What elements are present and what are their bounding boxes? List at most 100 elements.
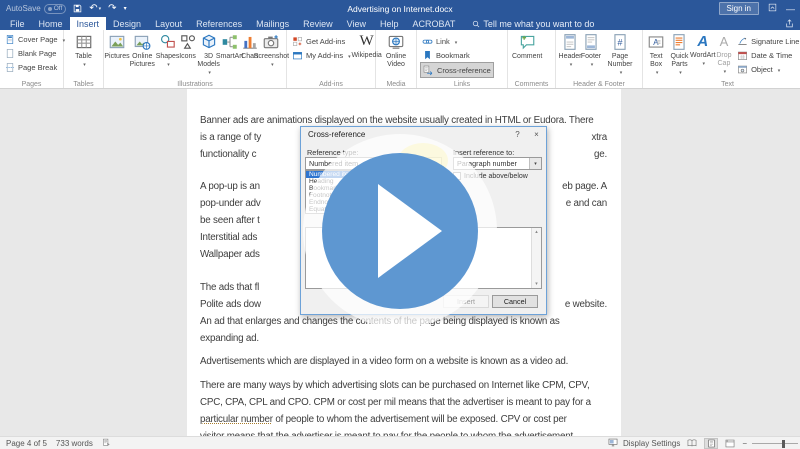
ribbon-tab[interactable]: Design	[106, 17, 148, 30]
word-count[interactable]: 733 words	[56, 439, 93, 448]
footer-button[interactable]: Footer	[581, 32, 601, 70]
dropdown-caret	[776, 65, 781, 74]
dropdown-caret	[589, 61, 594, 69]
minimize-button[interactable]: —	[786, 4, 795, 14]
table-button[interactable]: Table	[74, 32, 94, 70]
wikipedia-button[interactable]: W Wikipedia	[357, 32, 377, 61]
ribbon-group-illustrations: Pictures Online Pictures Shapes Icons 3D…	[104, 30, 287, 88]
autosave-toggle[interactable]: AutoSave Off	[6, 4, 66, 14]
dialog-help-button[interactable]: ?	[508, 127, 527, 142]
dialog-close-button[interactable]: ×	[527, 127, 546, 142]
zoom-track	[752, 443, 798, 444]
ribbon-tabs: FileHomeInsertDesignLayoutReferencesMail…	[0, 17, 462, 30]
ribbon-tab[interactable]: Mailings	[249, 17, 296, 30]
text-box-button[interactable]: A Text Box	[646, 32, 666, 78]
scroll-up-icon[interactable]: ▴	[532, 228, 541, 236]
paragraph: There are many ways by which advertising…	[200, 377, 607, 437]
print-layout-button[interactable]	[704, 438, 718, 449]
text-box-icon: A	[647, 33, 665, 51]
tell-me-box[interactable]: Tell me what you want to do	[462, 17, 594, 30]
button-label: Drop Cap	[714, 52, 734, 68]
cancel-button[interactable]: Cancel	[492, 295, 538, 308]
button-label: Footer	[581, 53, 601, 61]
scroll-down-icon[interactable]: ▾	[532, 280, 541, 288]
shapes-icon	[159, 33, 177, 51]
save-button[interactable]	[73, 4, 82, 13]
shapes-button[interactable]: Shapes	[158, 32, 178, 70]
read-mode-button[interactable]	[685, 438, 699, 449]
proofing-status-icon[interactable]	[102, 438, 111, 449]
ribbon-group-addins: Get Add-ins My Add-ins W Wikipedia Add-i…	[287, 30, 376, 88]
zoom-thumb[interactable]	[782, 440, 785, 448]
cover-page-button[interactable]: Cover Page	[3, 32, 67, 46]
svg-text:#: #	[617, 37, 622, 47]
object-button[interactable]: Object	[735, 62, 800, 76]
cross-reference-button[interactable]: Cross-reference	[420, 62, 494, 78]
page-number-button[interactable]: # Page Number	[601, 32, 639, 78]
redo-button[interactable]: ↷	[108, 4, 116, 14]
screenshot-button[interactable]: Screenshot	[260, 32, 283, 70]
get-add-ins-button[interactable]: Get Add-ins	[290, 34, 353, 48]
wordart-icon: A	[697, 33, 708, 50]
ribbon-tab[interactable]: Layout	[148, 17, 189, 30]
page-break-button[interactable]: Page Break	[3, 60, 67, 74]
chevron-down-icon[interactable]	[529, 158, 541, 169]
link-button[interactable]: Link	[420, 34, 494, 48]
page-indicator[interactable]: Page 4 of 5	[6, 439, 47, 448]
undo-button[interactable]: ↶▾	[89, 4, 101, 14]
quick-parts-button[interactable]: Quick Parts	[666, 32, 693, 78]
comment-button[interactable]: Comment	[511, 32, 543, 62]
date-time-button[interactable]: Date & Time	[735, 48, 800, 62]
wordart-button[interactable]: A WordArt	[693, 32, 713, 69]
text-line: Advertisements which are displayed in a …	[200, 353, 607, 370]
header-button[interactable]: Header	[559, 32, 581, 70]
share-button[interactable]	[785, 17, 794, 30]
group-label: Tables	[64, 81, 103, 88]
undo-icon: ↶	[89, 4, 97, 14]
signature-line-button[interactable]: Signature Line	[735, 34, 800, 48]
button-label: Blank Page	[18, 49, 56, 58]
pictures-button[interactable]: Pictures	[107, 32, 127, 62]
save-icon	[73, 4, 82, 13]
button-label: Online Pictures	[128, 53, 157, 69]
blank-page-button[interactable]: Blank Page	[3, 46, 67, 60]
button-label: My Add-ins	[306, 51, 343, 60]
page-number-icon: #	[611, 33, 629, 51]
smartart-button[interactable]: SmartArt	[220, 32, 240, 62]
bookmark-icon	[422, 50, 433, 61]
ribbon-tab[interactable]: Review	[296, 17, 340, 30]
icons-button[interactable]: Icons	[178, 32, 198, 62]
ribbon-tab[interactable]: Help	[373, 17, 406, 30]
ribbon-tab[interactable]: View	[340, 17, 373, 30]
button-label: Text Box	[647, 53, 665, 69]
ribbon-tab[interactable]: File	[3, 17, 32, 30]
web-layout-button[interactable]	[723, 438, 737, 449]
online-pictures-button[interactable]: Online Pictures	[127, 32, 158, 70]
customize-qat-button[interactable]: ▾	[124, 4, 127, 14]
online-pictures-icon	[133, 33, 151, 51]
ribbon-tab[interactable]: Home	[32, 17, 70, 30]
play-icon	[322, 153, 478, 309]
ribbon-tab[interactable]: References	[189, 17, 249, 30]
listbox-scrollbar[interactable]: ▴ ▾	[531, 228, 541, 288]
ribbon-group-text: A Text Box Quick Parts A WordArt A Drop …	[643, 30, 800, 88]
bookmark-button[interactable]: Bookmark	[420, 48, 494, 62]
3d-models-icon	[200, 33, 218, 51]
display-settings-button[interactable]: Display Settings	[623, 439, 680, 448]
chart-icon	[241, 33, 259, 51]
ribbon-tab[interactable]: Insert	[70, 17, 107, 30]
my-add-ins-button[interactable]: My Add-ins	[290, 48, 353, 62]
quick-parts-icon	[670, 33, 688, 51]
zoom-out-button[interactable]: −	[742, 439, 747, 448]
zoom-slider[interactable]	[752, 438, 798, 449]
ribbon-tab[interactable]: ACROBAT	[406, 17, 463, 30]
sign-in-button[interactable]: Sign in	[719, 2, 759, 15]
online-video-button[interactable]: Online Video	[379, 32, 413, 70]
button-label: Signature Line	[751, 37, 799, 46]
autosave-state: Off	[54, 5, 63, 12]
dropdown-caret	[206, 69, 211, 77]
ribbon-display-options-button[interactable]	[768, 3, 777, 14]
play-circle	[322, 153, 478, 309]
video-play-button[interactable]	[303, 134, 497, 328]
ribbon-display-options-icon	[768, 3, 777, 12]
